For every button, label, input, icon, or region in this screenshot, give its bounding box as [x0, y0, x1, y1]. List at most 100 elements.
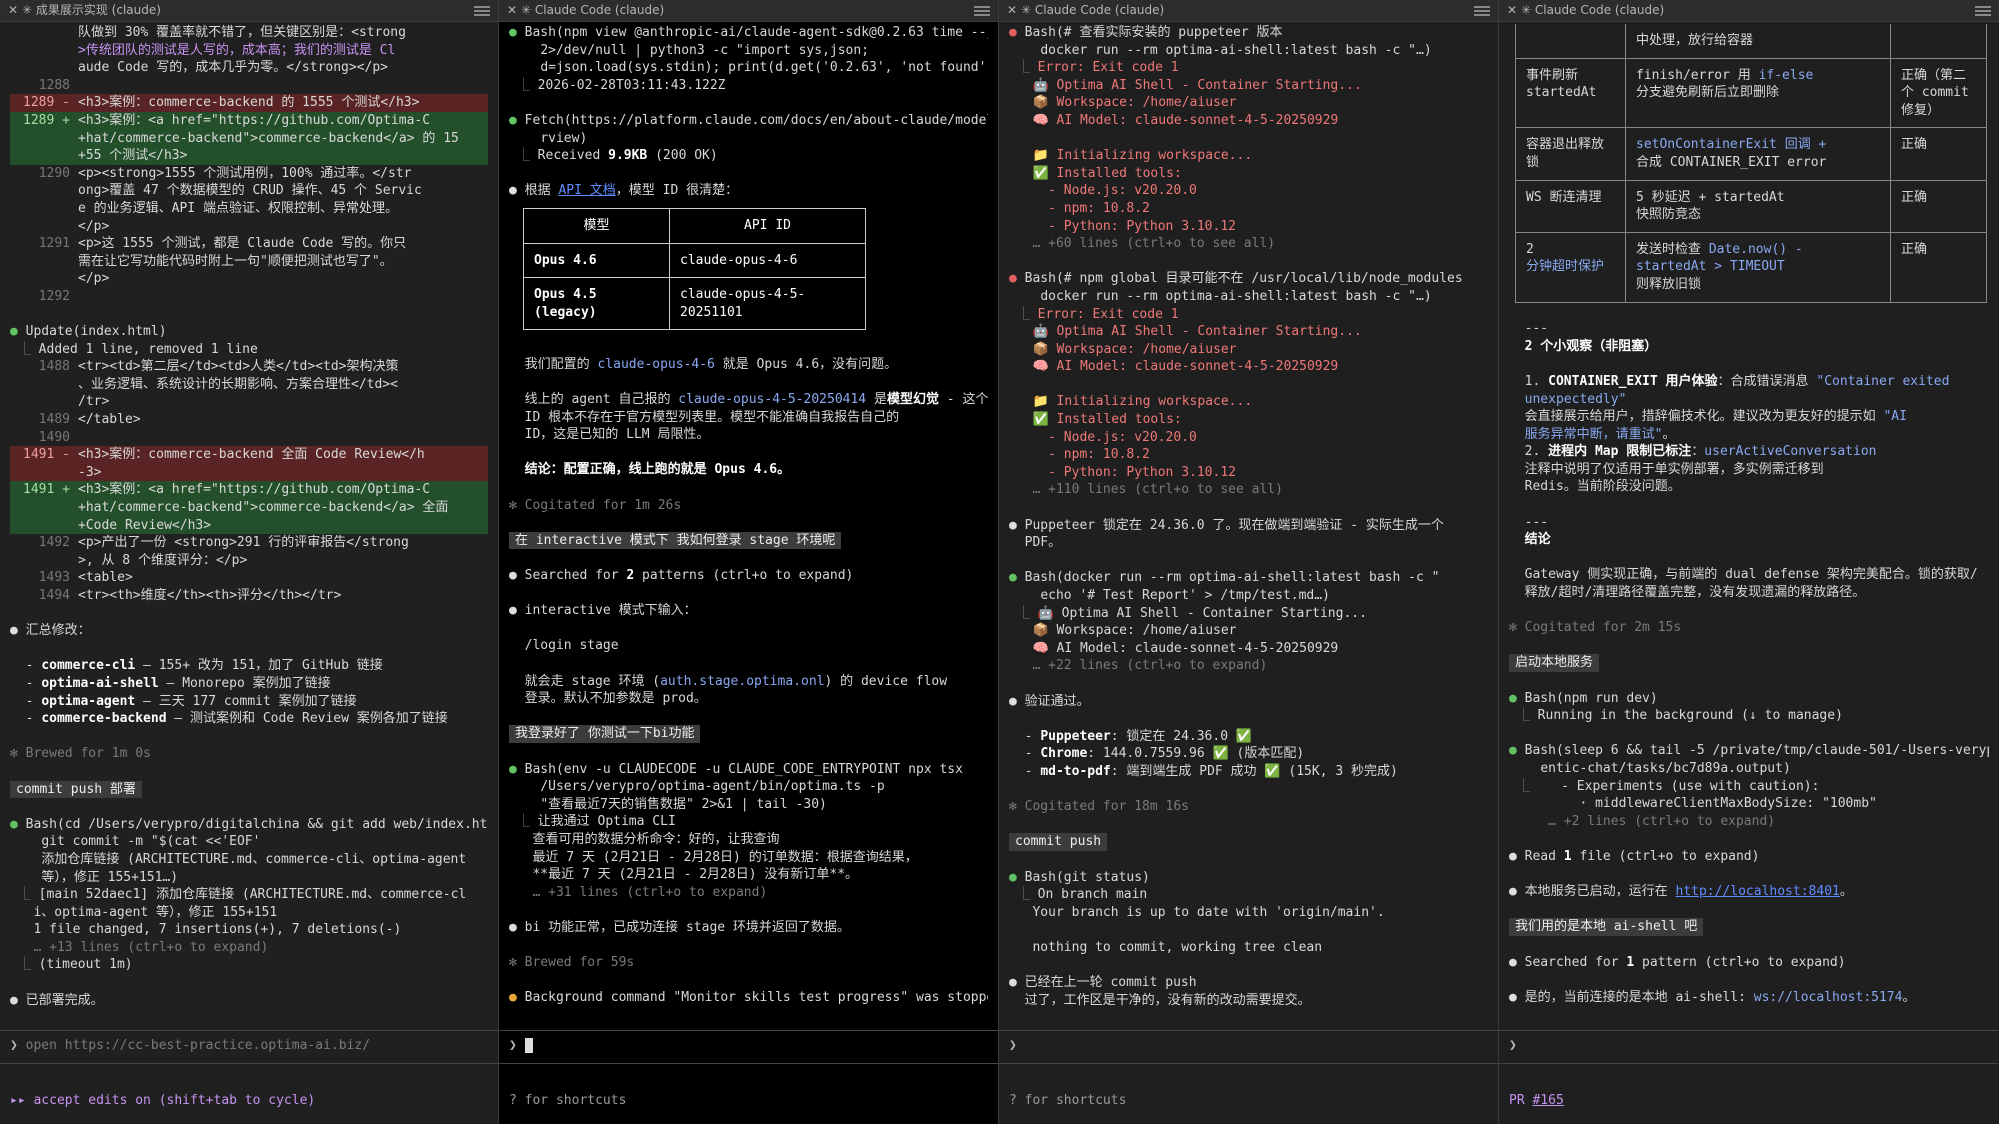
tool-result: Received: [537, 148, 609, 164]
terminal-output: 队做到 30% 覆盖率就不错了，但关键区别是：<strong >传统团队的测试是…: [0, 22, 498, 1124]
prompt-input[interactable]: ❯: [999, 1030, 1498, 1064]
terminal-pane-2[interactable]: ✕ ✳ Claude Code (claude) ● Bash(npm view…: [499, 0, 999, 1124]
summary-item-text: — 测试案例和 Code Review 案例各加了链接: [166, 711, 448, 727]
menu-icon[interactable]: [974, 5, 990, 16]
table-cell: 分钟超时保护: [1526, 259, 1605, 275]
line-number: 1493: [38, 570, 70, 586]
line-number: 1488: [38, 359, 70, 375]
window-titlebar[interactable]: ✕ ✳ Claude Code (claude): [499, 0, 998, 22]
tool-result: 查看可用的数据分析命令：好的，让我查询: [532, 831, 780, 847]
assistant-text: - 这个: [938, 392, 988, 408]
status-dot-icon: ●: [509, 25, 517, 40]
close-icon[interactable]: ✕: [1507, 2, 1521, 20]
diff-text: <p>这 1555 个测试，都是 Claude Code 写的。你只: [78, 236, 407, 252]
expand-hint[interactable]: … +2 lines (ctrl+o to expand): [1548, 814, 1775, 829]
api-docs-link[interactable]: API 文档: [558, 183, 615, 198]
table-row: Opus 4.6 claude-opus-4-6: [523, 242, 866, 279]
log-line: 📦 Workspace: /home/aiuser: [1032, 623, 1237, 639]
check-item-text: : 锁定在 24.36.0 ✅: [1110, 728, 1253, 744]
terminal-pane-1[interactable]: ✕ ✳ 成果展示实现 (claude) 队做到 30% 覆盖率就不错了，但关键区…: [0, 0, 499, 1124]
diff-text: <p><strong>1555 个测试用例，100% 通过率。</str: [78, 165, 412, 181]
tool-result: **最近 7 天 (2月21日 - 2月28日) 没有新订单**。: [532, 867, 859, 883]
code-span: claude-opus-4-5-20250414: [678, 392, 867, 408]
line-number: 1292: [38, 288, 70, 304]
review-table: 中处理，放行给容器 事件刷新 startedAt finish/error 用 i…: [1515, 24, 1987, 303]
menu-icon[interactable]: [474, 5, 490, 16]
diff-text: /tr>: [78, 394, 110, 410]
tool-call: Bash(docker run --rm optima-ai-shell:lat…: [1024, 570, 1440, 586]
log-line: 🧠 AI Model: claude-sonnet-4-5-20250929: [1032, 640, 1339, 656]
check-item-text: : 端到端生成 PDF 成功 ✅ (15K, 3 秒完成): [1110, 763, 1398, 779]
line-number: 1288: [38, 77, 70, 93]
tool-call: entic-chat/tasks/bc7d89a.output): [1540, 760, 1791, 776]
user-message: 在 interactive 模式下 我如何登录 stage 环境呢: [509, 531, 842, 550]
menu-icon[interactable]: [1474, 5, 1490, 16]
summary-item-text: — 155+ 改为 151，加了 GitHub 链接: [135, 658, 383, 674]
accept-edits-toggle[interactable]: ▸▸ accept edits on (shift+tab to cycle): [10, 1093, 315, 1108]
bullet-icon: ●: [509, 603, 517, 619]
assistant-text: 会直接展示给用户，措辞偏技术化。建议改为更友好的提示如: [1524, 409, 1884, 425]
diff-text: 队做到 30% 覆盖率就不错了，但关键区别是：<strong: [78, 25, 406, 40]
expand-hint[interactable]: … +31 lines (ctrl+o to expand): [532, 885, 767, 900]
prompt-chevron-icon: ❯: [1009, 1038, 1017, 1053]
bullet-icon: ●: [1509, 848, 1517, 864]
diff-text: </p>: [78, 271, 110, 287]
expand-hint[interactable]: … +13 lines (ctrl+o to expand): [33, 940, 268, 955]
window-titlebar[interactable]: ✕ ✳ 成果展示实现 (claude): [0, 0, 498, 22]
tool-call: Bash(env -u CLAUDECODE -u CLAUDE_CODE_EN…: [524, 761, 963, 777]
table-cell: 容器退出释放: [1526, 137, 1605, 153]
code-span: ws://localhost:5174: [1753, 989, 1903, 1005]
tool-result: 2026-02-28T03:11:43.122Z: [537, 77, 726, 93]
tool-result: nothing to commit, working tree clean: [1032, 939, 1323, 955]
tool-summary[interactable]: pattern (ctrl+o to expand): [1634, 955, 1846, 970]
code-span: "AI: [1883, 409, 1907, 425]
added-line: +55 个测试</h3>: [78, 148, 188, 164]
list-number: 2.: [1524, 444, 1549, 460]
assistant-text: 注释中说明了仅适用于单实例部署，多实例需迁移到: [1524, 461, 1824, 477]
expand-hint[interactable]: … +60 lines (ctrl+o to see all): [1032, 236, 1275, 251]
localhost-link[interactable]: http://localhost:8401: [1675, 884, 1839, 899]
table-cell: 分支避免刷新后立即删除: [1636, 85, 1780, 101]
deleted-line: <h3>案例：commerce-backend 的 1555 个测试</h3>: [78, 95, 420, 111]
tool-result: 9.9KB: [608, 148, 648, 164]
close-icon[interactable]: ✕: [8, 2, 22, 20]
prompt-input[interactable]: ❯: [499, 1030, 998, 1064]
status-dot-icon: ●: [1009, 570, 1017, 586]
terminal-pane-3[interactable]: ✕ ✳ Claude Code (claude) ● Bash(# 查看实际安装…: [999, 0, 1499, 1124]
check-item-name: Chrome: [1040, 746, 1088, 762]
window-title: ✳ Claude Code (claude): [521, 2, 665, 17]
check-item-name: md-to-pdf: [1040, 763, 1111, 779]
table-cell: 中处理，放行给容器: [1625, 24, 1891, 59]
expand-hint[interactable]: … +22 lines (ctrl+o to expand): [1032, 658, 1267, 673]
close-icon[interactable]: ✕: [507, 2, 521, 20]
assistant-text: 登录。默认不加参数是 prod。: [524, 691, 707, 707]
prompt-text[interactable]: open https://cc-best-practice.optima-ai.…: [26, 1038, 370, 1053]
assistant-text: 。: [1902, 989, 1916, 1005]
model-table: 模型 API ID Opus 4.6 claude-opus-4-6 Opus 4.…: [523, 207, 866, 331]
expand-hint[interactable]: … +110 lines (ctrl+o to see all): [1032, 482, 1282, 497]
table-cell: 正确: [1901, 189, 1928, 205]
assistant-text: 本地服务已启动，运行在: [1524, 884, 1676, 900]
prompt-input[interactable]: ❯: [1499, 1030, 1999, 1064]
corner-icon: ⎿: [516, 148, 530, 164]
window-titlebar[interactable]: ✕ ✳ Claude Code (claude): [999, 0, 1498, 22]
tool-result[interactable]: Running in the background (↓ to manage): [1538, 708, 1843, 723]
menu-icon[interactable]: [1975, 5, 1991, 16]
terminal-output: 中处理，放行给容器 事件刷新 startedAt finish/error 用 i…: [1499, 22, 1999, 1124]
bullet-icon: ●: [10, 623, 18, 639]
tool-summary[interactable]: file (ctrl+o to expand): [1572, 849, 1759, 864]
tool-call: Fetch(https://platform.claude.com/docs/e…: [524, 112, 988, 128]
log-line: 📁 Initializing workspace...: [1032, 148, 1253, 164]
prompt-input[interactable]: ❯ open https://cc-best-practice.optima-a…: [0, 1030, 498, 1064]
window-titlebar[interactable]: ✕ ✳ Claude Code (claude): [1499, 0, 1999, 22]
tool-summary[interactable]: patterns (ctrl+o to expand): [634, 568, 853, 583]
corner-icon: ⎿: [1016, 60, 1030, 76]
pr-link[interactable]: #165: [1532, 1093, 1563, 1108]
prompt-chevron-icon: ❯: [1509, 1038, 1517, 1053]
tool-call: Bash(cd /Users/verypro/digitalchina && g…: [25, 816, 488, 832]
close-icon[interactable]: ✕: [1007, 2, 1021, 20]
added-line: +hat/commerce-backend">commerce-backend<…: [78, 130, 459, 146]
tool-call: Bash(# npm global 目录可能不在 /usr/local/lib/…: [1024, 271, 1463, 287]
corner-icon: ⎿: [516, 77, 530, 93]
terminal-pane-4[interactable]: ✕ ✳ Claude Code (claude) 中处理，放行给容器 事件刷新 s…: [1499, 0, 1999, 1124]
